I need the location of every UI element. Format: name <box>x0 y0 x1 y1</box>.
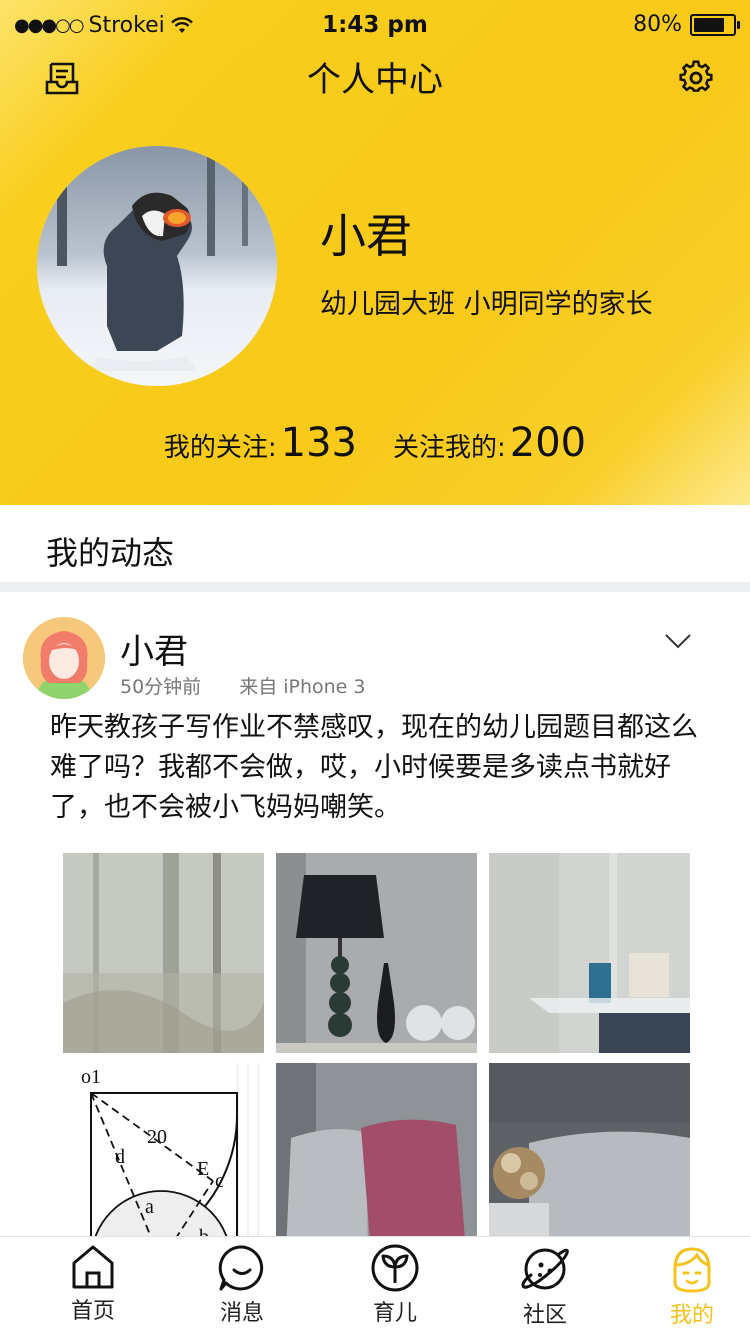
tab-me-label: 我的 <box>669 1303 714 1328</box>
profile-header: ●●●○○ Strokei 1:43 pm 80% 个人中心 小君 幼儿园大班 … <box>0 0 750 505</box>
follow-stats: 我的关注: 133 关注我的: 200 <box>0 420 750 466</box>
post-time: 50分钟前 <box>120 676 202 698</box>
battery-status: 80% <box>633 12 740 37</box>
lamp-photo[interactable] <box>276 853 477 1053</box>
chevron-down-icon[interactable] <box>664 632 692 650</box>
tab-bar: 首页 消息 育儿 社区 我的 <box>0 1236 750 1335</box>
tab-messages[interactable]: 消息 <box>187 1243 297 1327</box>
diagram-label-e: E <box>197 1158 209 1180</box>
tab-community-label: 社区 <box>522 1303 567 1328</box>
planet-icon <box>521 1248 569 1290</box>
sprout-icon <box>371 1244 419 1292</box>
section-divider <box>0 582 750 592</box>
post-text: 昨天教孩子写作业不禁感叹，现在的幼儿园题目都这么难了吗？我都不会做，哎，小时候要… <box>50 712 698 823</box>
chat-icon <box>218 1245 264 1291</box>
post-source: 来自 iPhone 3 <box>239 676 366 698</box>
following-stat[interactable]: 我的关注: 133 <box>164 420 357 466</box>
table-photo[interactable] <box>489 853 690 1053</box>
section-title: 我的动态 <box>46 534 175 572</box>
post-meta: 50分钟前 来自 iPhone 3 <box>120 672 366 699</box>
diagram-label-o1: o1 <box>81 1066 101 1088</box>
geometry-diagram-photo[interactable]: o1 20 d E c a b <box>63 1063 264 1263</box>
tab-me[interactable]: 我的 <box>637 1243 747 1329</box>
battery-icon <box>690 13 740 36</box>
post-author-avatar[interactable] <box>23 617 105 699</box>
sofa-photo[interactable] <box>489 1063 690 1263</box>
pillow-photo[interactable] <box>276 1063 477 1263</box>
profile-description: 幼儿园大班 小明同学的家长 <box>320 289 653 320</box>
forest-photo[interactable] <box>63 853 264 1053</box>
tab-home[interactable]: 首页 <box>38 1243 148 1325</box>
home-icon <box>72 1245 114 1289</box>
tab-parenting[interactable]: 育儿 <box>340 1243 450 1327</box>
followers-label: 关注我的: <box>393 433 506 463</box>
battery-fill <box>694 17 725 32</box>
girl-avatar-icon <box>23 617 105 699</box>
tab-community[interactable]: 社区 <box>490 1243 600 1329</box>
followers-count: 200 <box>509 420 587 466</box>
tab-messages-label: 消息 <box>219 1301 264 1326</box>
diagram-label-c: c <box>215 1170 224 1192</box>
status-bar: ●●●○○ Strokei 1:43 pm 80% <box>0 0 750 50</box>
profile-avatar[interactable] <box>37 146 277 386</box>
dog-photo <box>37 146 277 386</box>
page-title: 个人中心 <box>307 60 443 100</box>
following-count: 133 <box>280 420 357 466</box>
followers-stat[interactable]: 关注我的: 200 <box>393 420 586 466</box>
tab-home-label: 首页 <box>70 1299 115 1324</box>
diagram-label-20: 20 <box>147 1126 167 1148</box>
post-author-name[interactable]: 小君 <box>120 624 188 673</box>
following-label: 我的关注: <box>163 433 277 463</box>
face-icon <box>673 1247 711 1293</box>
diagram-label-d: d <box>115 1146 125 1168</box>
battery-percent: 80% <box>633 12 682 37</box>
tab-parenting-label: 育儿 <box>372 1301 417 1326</box>
profile-name: 小君 <box>320 209 412 263</box>
gear-icon[interactable] <box>678 60 714 96</box>
diagram-label-a: a <box>145 1196 154 1218</box>
